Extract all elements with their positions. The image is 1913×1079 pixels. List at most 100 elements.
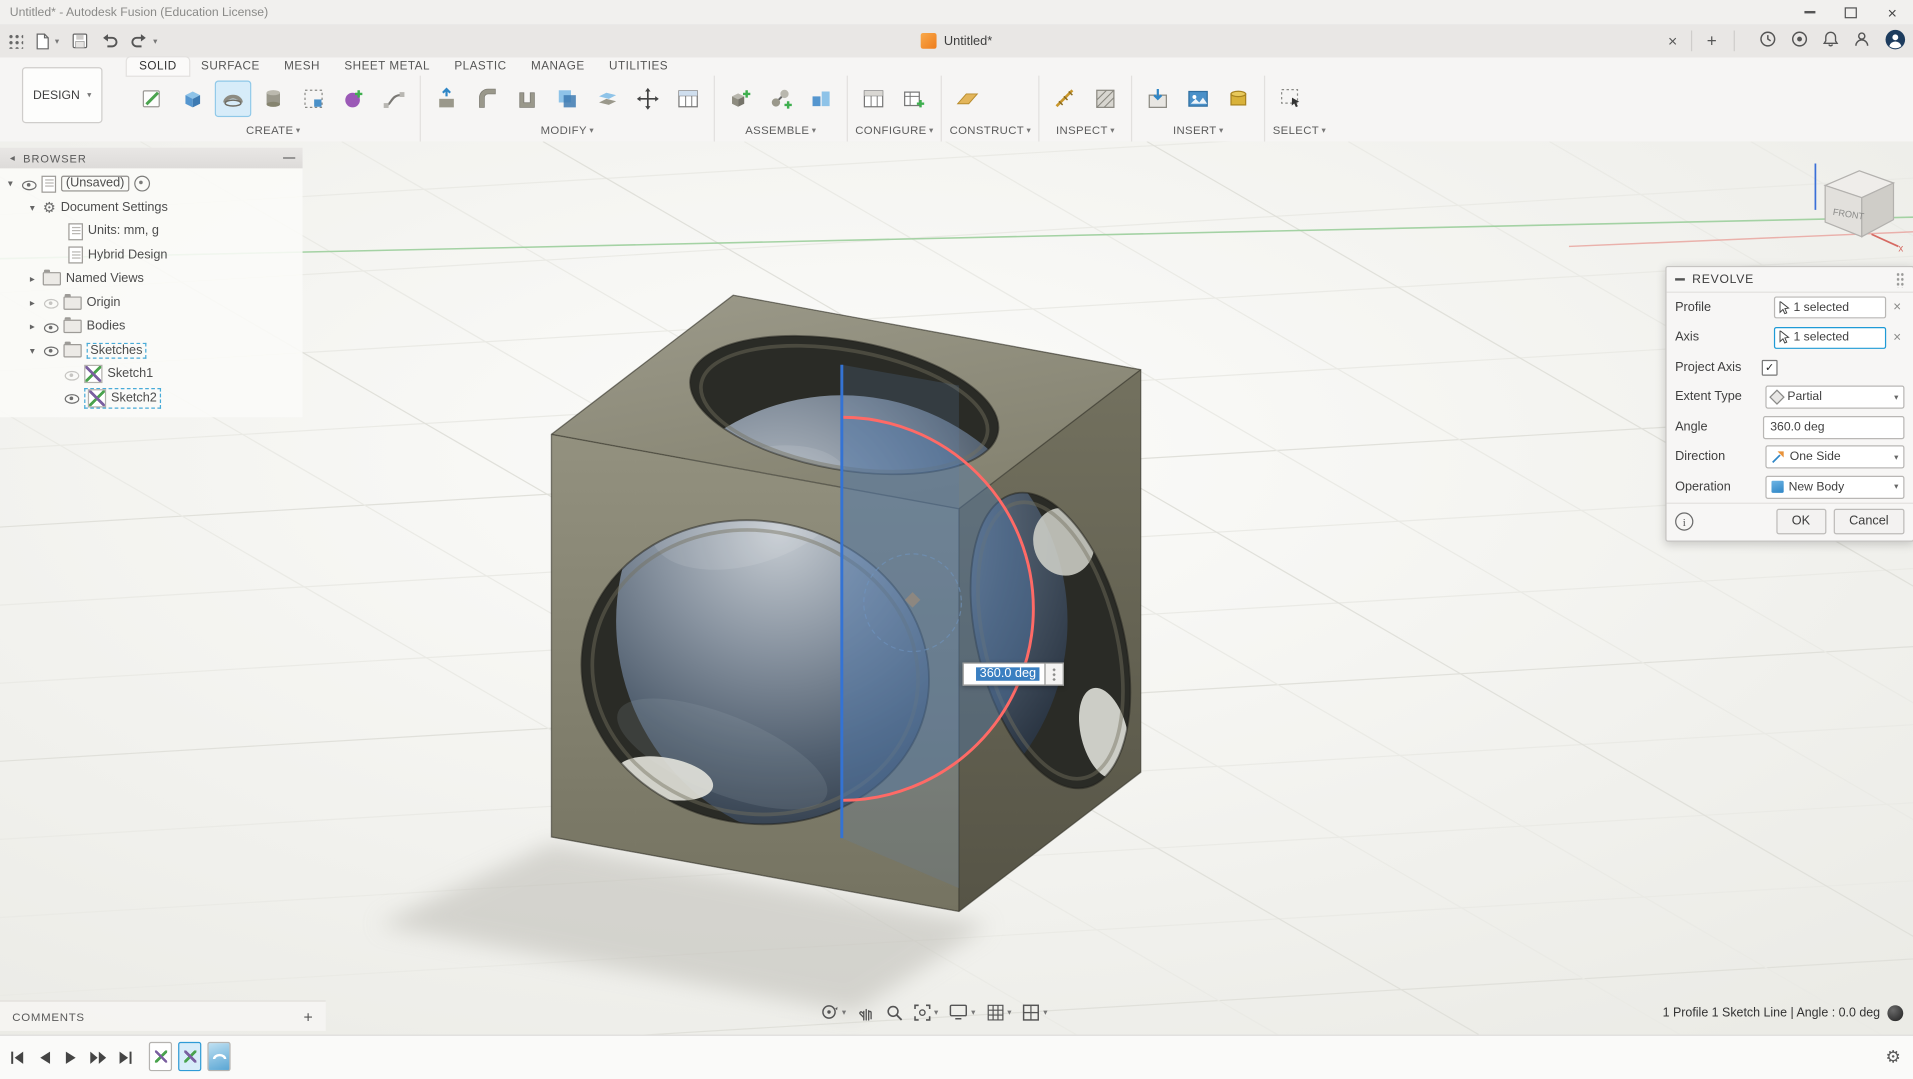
profile-clear-button[interactable]: × bbox=[1890, 300, 1905, 315]
derive-button[interactable] bbox=[295, 81, 332, 118]
document-tab-close-button[interactable]: × bbox=[1662, 29, 1684, 51]
zoom-tool[interactable] bbox=[885, 1003, 902, 1020]
measure-button[interactable] bbox=[1047, 81, 1084, 118]
tree-item-origin[interactable]: ▸ Origin bbox=[0, 291, 303, 315]
tab-mesh[interactable]: MESH bbox=[272, 57, 332, 75]
floating-angle-input[interactable]: 360.0 deg bbox=[962, 662, 1046, 686]
tree-item-bodies[interactable]: ▸ Bodies bbox=[0, 315, 303, 339]
insert-mcmaster-button[interactable] bbox=[1220, 81, 1257, 118]
tree-item-named-views[interactable]: ▸ Named Views bbox=[0, 267, 303, 291]
profile-selection-box[interactable]: 1 selected bbox=[1773, 296, 1887, 319]
group-label-configure[interactable]: CONFIGURE bbox=[855, 122, 933, 139]
extension-clock-button[interactable] bbox=[1759, 31, 1776, 52]
extent-type-dropdown[interactable]: Partial ▾ bbox=[1765, 385, 1905, 410]
sweep-button[interactable] bbox=[376, 81, 413, 118]
document-tab[interactable]: Untitled* bbox=[920, 24, 992, 57]
viewports[interactable] bbox=[1022, 1003, 1047, 1021]
minimize-button[interactable] bbox=[1789, 0, 1830, 24]
visibility-eye-icon[interactable] bbox=[43, 319, 59, 335]
combine-button[interactable] bbox=[549, 81, 586, 118]
configure-button[interactable] bbox=[855, 81, 892, 118]
browser-header[interactable]: ◂ BROWSER bbox=[0, 147, 303, 169]
viewcube-cube[interactable] bbox=[1823, 170, 1896, 238]
workspace-selector[interactable]: DESIGN bbox=[21, 67, 103, 124]
group-label-insert[interactable]: INSERT bbox=[1140, 122, 1257, 139]
file-menu-button[interactable] bbox=[35, 32, 59, 49]
display-settings[interactable] bbox=[949, 1004, 975, 1020]
undo-button[interactable] bbox=[99, 33, 117, 49]
timeline-sketch2-marker[interactable] bbox=[178, 1041, 202, 1072]
visibility-eye-icon[interactable] bbox=[63, 390, 80, 406]
caret-down-icon[interactable]: ▾ bbox=[27, 202, 38, 213]
group-label-inspect[interactable]: INSPECT bbox=[1047, 122, 1124, 139]
change-parameters-button[interactable] bbox=[670, 81, 707, 118]
decal-button[interactable] bbox=[1180, 81, 1217, 118]
tree-item-document-settings[interactable]: ▾ ⚙ Document Settings bbox=[0, 196, 303, 220]
tab-solid[interactable]: SOLID bbox=[126, 57, 189, 76]
tree-item-units[interactable]: Units: mm, g bbox=[0, 220, 303, 244]
new-document-tab-button[interactable]: + bbox=[1701, 29, 1723, 51]
tab-plastic[interactable]: PLASTIC bbox=[442, 57, 519, 75]
press-pull-button[interactable] bbox=[428, 81, 465, 118]
group-label-construct[interactable]: CONSTRUCT bbox=[950, 122, 1032, 139]
play-button[interactable] bbox=[61, 1048, 81, 1068]
close-button[interactable]: × bbox=[1872, 0, 1913, 24]
select-button[interactable] bbox=[1273, 81, 1310, 118]
step-forward-button[interactable] bbox=[88, 1048, 108, 1068]
caret-down-icon[interactable]: ▾ bbox=[5, 178, 16, 189]
grid-and-snaps[interactable] bbox=[986, 1003, 1011, 1020]
browser-minimize-icon[interactable] bbox=[283, 157, 296, 159]
construct-plane-button[interactable] bbox=[950, 81, 987, 118]
comments-bar[interactable]: COMMENTS + bbox=[0, 1000, 326, 1031]
render-status-icon[interactable] bbox=[1887, 1005, 1904, 1022]
fillet-button[interactable] bbox=[468, 81, 505, 118]
activate-component-radio[interactable] bbox=[134, 175, 150, 192]
direction-dropdown[interactable]: One Side ▾ bbox=[1765, 445, 1905, 469]
floating-drag-grip[interactable] bbox=[1045, 662, 1065, 686]
revolve-button[interactable] bbox=[214, 80, 252, 118]
cylinder-button[interactable] bbox=[255, 81, 292, 118]
tab-manage[interactable]: MANAGE bbox=[519, 57, 597, 75]
tree-item-root[interactable]: ▾ (Unsaved) bbox=[0, 172, 303, 196]
form-button[interactable] bbox=[336, 81, 373, 118]
maximize-button[interactable] bbox=[1830, 0, 1871, 24]
move-copy-button[interactable] bbox=[630, 81, 667, 118]
view-cube[interactable]: FRONT x bbox=[1801, 154, 1908, 254]
caret-right-icon[interactable]: ▸ bbox=[27, 297, 38, 308]
shell-button[interactable] bbox=[509, 81, 546, 118]
caret-down-icon[interactable]: ▾ bbox=[27, 345, 38, 356]
tab-utilities[interactable]: UTILITIES bbox=[597, 57, 680, 75]
box-button[interactable] bbox=[174, 81, 211, 118]
cancel-button[interactable]: Cancel bbox=[1833, 508, 1905, 535]
pan-tool[interactable] bbox=[857, 1003, 874, 1021]
create-sketch-button[interactable] bbox=[134, 81, 171, 118]
axis-selection-box[interactable]: 1 selected bbox=[1773, 326, 1887, 349]
new-component-button[interactable] bbox=[722, 81, 759, 118]
step-back-button[interactable] bbox=[34, 1048, 54, 1068]
notifications-button[interactable] bbox=[1822, 31, 1839, 52]
group-label-assemble[interactable]: ASSEMBLE bbox=[722, 122, 839, 139]
add-comment-button[interactable]: + bbox=[304, 1007, 314, 1025]
tree-item-sketch1[interactable]: Sketch1 bbox=[0, 362, 303, 386]
rigid-group-button[interactable] bbox=[803, 81, 840, 118]
tab-sheet-metal[interactable]: SHEET METAL bbox=[332, 57, 442, 75]
angle-input[interactable]: 360.0 deg bbox=[1762, 415, 1905, 439]
canvas-viewport[interactable]: ◂ BROWSER ▾ (Unsaved) ▾ ⚙ Document Setti… bbox=[0, 141, 1913, 1035]
dialog-drag-grip-icon[interactable] bbox=[1895, 271, 1905, 288]
orbit-tool[interactable] bbox=[820, 1003, 846, 1021]
insert-derive-button[interactable] bbox=[1140, 81, 1177, 118]
job-status-button[interactable] bbox=[1791, 31, 1808, 52]
tree-item-hybrid-design[interactable]: Hybrid Design bbox=[0, 243, 303, 267]
timeline-settings-gear-icon[interactable]: ⚙ bbox=[1885, 1048, 1900, 1065]
axis-clear-button[interactable]: × bbox=[1890, 330, 1905, 345]
ok-button[interactable]: OK bbox=[1775, 508, 1826, 535]
group-label-select[interactable]: SELECT bbox=[1273, 122, 1326, 139]
joint-button[interactable] bbox=[763, 81, 800, 118]
info-icon[interactable]: i bbox=[1675, 512, 1694, 531]
timeline-revolve-marker[interactable] bbox=[207, 1041, 231, 1072]
redo-button[interactable] bbox=[130, 33, 157, 49]
dialog-collapse-icon[interactable] bbox=[1675, 278, 1685, 281]
group-label-modify[interactable]: MODIFY bbox=[428, 122, 706, 139]
go-to-end-button[interactable] bbox=[115, 1048, 135, 1068]
tree-item-sketch2[interactable]: Sketch2 bbox=[0, 386, 303, 410]
